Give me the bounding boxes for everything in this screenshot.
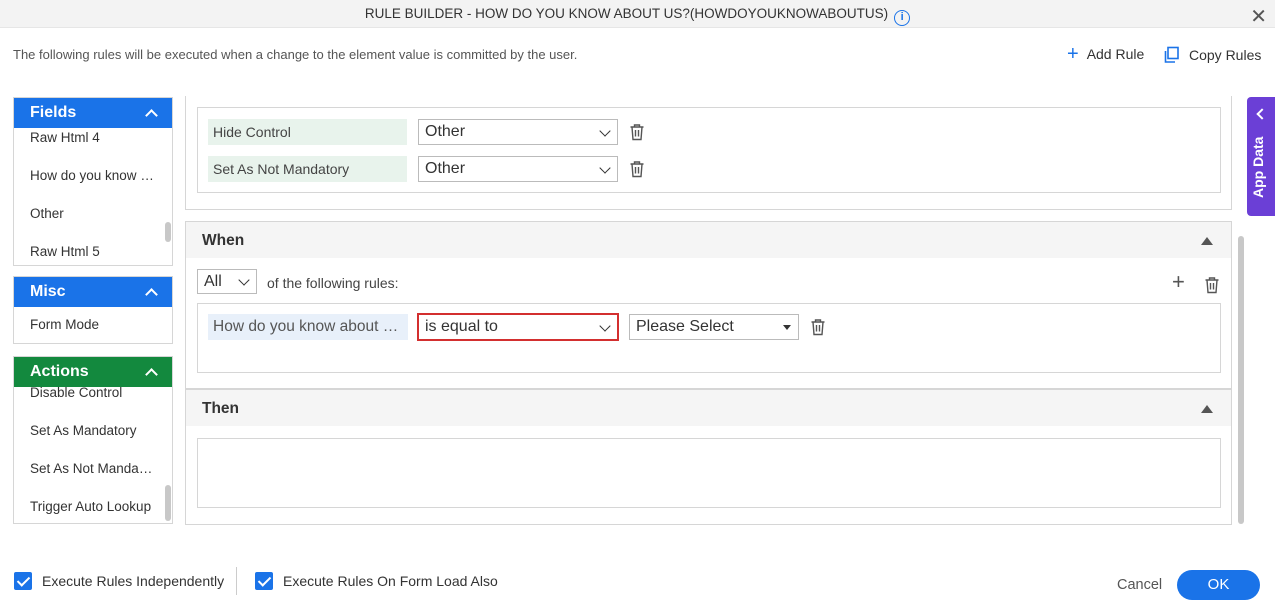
add-rule-button[interactable]: + Add Rule [1067,43,1145,65]
when-section-body: All of the following rules: + How do you… [185,258,1232,389]
field-item[interactable]: Raw Html 5 [14,240,172,278]
misc-header[interactable]: Misc [14,277,172,307]
then-drop-area[interactable] [197,438,1221,508]
rule-editor: Hide Control Other Set As Not Mandatory … [185,96,1232,525]
value-select[interactable]: Please Select [629,314,799,340]
condition-row: How do you know about us? is equal to Pl… [197,303,1221,373]
actions-header-label: Actions [30,363,89,380]
trash-icon[interactable] [629,123,645,141]
app-data-label: App Data [1250,136,1266,198]
chevron-down-icon [599,125,611,137]
action-item[interactable]: Set As Mandatory [14,419,172,457]
copy-icon [1164,46,1179,63]
fields-scrollbar[interactable] [165,222,171,242]
plus-icon: + [1067,43,1079,65]
operator-select[interactable]: is equal to [417,313,619,341]
misc-header-label: Misc [30,283,66,300]
cancel-button[interactable]: Cancel [1117,577,1162,593]
action-tag: Set As Not Mandatory [208,156,407,182]
trash-icon[interactable] [810,318,826,336]
fields-header[interactable]: Fields [14,98,172,128]
collapse-icon[interactable] [1201,405,1213,413]
fields-panel: Fields Raw Html 4 How do you know about … [13,97,173,266]
then-section-header[interactable]: Then [185,389,1232,427]
chevron-up-icon [145,109,158,122]
chevron-down-icon [599,162,611,174]
field-item[interactable]: How do you know about us? [14,164,172,202]
chevron-down-icon [238,274,250,286]
caret-down-icon [783,325,791,330]
field-item[interactable]: Other [14,202,172,240]
match-text: of the following rules: [267,275,399,291]
condition-field: How do you know about us? [208,314,408,340]
when-section-header[interactable]: When [185,221,1232,259]
then-section-body [185,426,1232,525]
action-target-select[interactable]: Other [418,119,618,145]
action-tag: Hide Control [208,119,407,145]
footer-divider [236,567,237,595]
title-bar: RULE BUILDER - HOW DO YOU KNOW ABOUT US?… [0,0,1275,28]
app-data-tab[interactable]: App Data [1247,97,1275,216]
execute-independently-label: Execute Rules Independently [42,573,225,589]
action-target-value: Other [425,160,466,177]
when-header-label: When [202,232,245,249]
dialog-title-text: RULE BUILDER - HOW DO YOU KNOW ABOUT US?… [364,6,889,21]
match-select[interactable]: All [197,269,257,294]
execute-independently-checkbox[interactable]: Execute Rules Independently [14,572,224,590]
add-rule-label: Add Rule [1086,46,1145,62]
value-select-text: Please Select [636,318,734,335]
collapse-icon[interactable] [1201,237,1213,245]
checkbox-checked-icon[interactable] [255,572,273,590]
trash-icon[interactable] [629,160,645,178]
trash-icon[interactable] [1204,276,1220,294]
rules-description: The following rules will be executed whe… [13,47,578,62]
dialog-title: RULE BUILDER - HOW DO YOU KNOW ABOUT US?… [0,6,1275,26]
copy-rules-label: Copy Rules [1189,47,1262,63]
actions-list: Hide Control Other Set As Not Mandatory … [197,107,1221,193]
chevron-left-icon [1256,108,1268,120]
misc-panel: Misc Form Mode [13,276,173,344]
checkbox-checked-icon[interactable] [14,572,32,590]
action-item[interactable]: Disable Control [14,381,172,419]
execute-on-load-checkbox[interactable]: Execute Rules On Form Load Also [255,572,498,590]
close-icon[interactable]: ✕ [1250,4,1267,29]
execute-on-load-label: Execute Rules On Form Load Also [283,573,498,589]
actions-card: Hide Control Other Set As Not Mandatory … [185,96,1232,210]
then-header-label: Then [202,400,240,417]
field-item[interactable]: Raw Html 4 [14,126,172,164]
match-value: All [204,273,222,290]
misc-item[interactable]: Form Mode [14,307,172,345]
action-item[interactable]: Set As Not Mandatory [14,457,172,495]
action-target-select[interactable]: Other [418,156,618,182]
chevron-up-icon [145,288,158,301]
actions-panel: Actions Disable Control Set As Mandatory… [13,356,173,524]
operator-value: is equal to [425,318,498,335]
chevron-down-icon [599,320,611,332]
action-target-value: Other [425,123,466,140]
actions-scrollbar[interactable] [165,485,171,521]
info-icon[interactable]: i [894,10,911,26]
chevron-up-icon [145,368,158,381]
ok-button[interactable]: OK [1177,570,1260,600]
fields-header-label: Fields [30,104,77,121]
action-item[interactable]: Trigger Auto Lookup [14,495,172,533]
copy-rules-button[interactable]: Copy Rules [1163,46,1261,64]
add-condition-icon[interactable]: + [1172,271,1185,293]
editor-scrollbar[interactable] [1238,236,1244,524]
